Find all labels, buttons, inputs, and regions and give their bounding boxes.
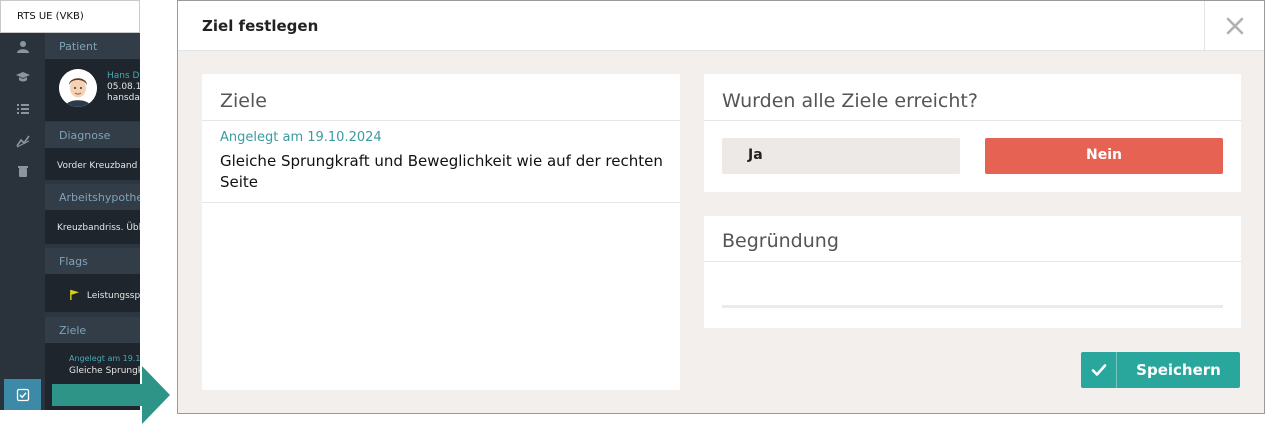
flag-label: Leistungssp — [86, 291, 140, 301]
avatar — [59, 69, 97, 107]
no-button[interactable]: Nein — [985, 138, 1223, 174]
goals-preview-date: Angelegt am 19.10. — [69, 354, 140, 363]
flags-header[interactable]: Flags — [45, 248, 140, 274]
reason-card-divider — [704, 261, 1241, 262]
dialog-header: Ziel festlegen — [178, 1, 1264, 51]
achieved-card: Wurden alle Ziele erreicht? Ja Nein — [704, 74, 1241, 192]
goals-card-divider — [202, 120, 680, 121]
hypothesis-header[interactable]: Arbeitshypothese — [45, 184, 140, 210]
achieved-card-title: Wurden alle Ziele erreicht? — [722, 90, 978, 112]
save-button[interactable]: Speichern — [1081, 352, 1240, 388]
patient-handle: hansdar — [107, 93, 140, 103]
checklist-icon[interactable] — [4, 379, 41, 410]
pointer-arrow-icon — [52, 366, 170, 424]
patient-dob: 05.08.19 — [107, 82, 140, 92]
save-label: Speichern — [1136, 361, 1221, 379]
icon-rail — [0, 33, 45, 410]
patient-header[interactable]: Patient — [45, 33, 140, 59]
goals-card-title: Ziele — [220, 90, 267, 112]
reason-input[interactable] — [722, 264, 1223, 308]
graduation-cap-icon[interactable] — [0, 67, 45, 87]
patient-name: Hans D — [107, 71, 140, 81]
diagnose-header[interactable]: Diagnose — [45, 122, 140, 148]
close-icon — [1226, 17, 1243, 35]
trash-icon[interactable] — [0, 161, 45, 181]
flag-item: Leistungssp — [45, 274, 140, 312]
patient-panel: Patient Hans D 05.08.19 hansdar Diagnose… — [45, 33, 140, 410]
goals-card: Ziele Angelegt am 19.10.2024 Gleiche Spr… — [202, 74, 680, 390]
chart-icon[interactable] — [0, 131, 45, 151]
goal-date: Angelegt am 19.10.2024 — [220, 130, 382, 145]
flag-icon — [70, 289, 80, 300]
background-app: RTS UE (VKB) Patient Hans D 05.08.1 hans… — [0, 0, 140, 410]
hypothesis-value: Kreuzbandriss. Übli — [45, 210, 140, 244]
close-button[interactable] — [1204, 1, 1264, 51]
goals-header[interactable]: Ziele — [45, 317, 140, 343]
goal-dialog: Ziel festlegen Ziele Angelegt am 19.10.2… — [177, 0, 1265, 414]
yes-button[interactable]: Ja — [722, 138, 960, 174]
user-icon[interactable] — [0, 37, 45, 57]
dialog-title: Ziel festlegen — [202, 17, 319, 35]
diagnose-value: Vorder Kreuzband g — [45, 148, 140, 180]
achieved-card-divider — [704, 120, 1241, 121]
check-icon — [1081, 352, 1117, 388]
reason-card-title: Begründung — [722, 230, 839, 252]
app-title: RTS UE (VKB) — [0, 0, 140, 33]
goal-item-divider — [202, 202, 680, 203]
reason-card: Begründung — [704, 216, 1241, 328]
patient-info: Hans D 05.08.19 hansdar — [107, 71, 140, 104]
goal-text: Gleiche Sprungkraft und Beweglichkeit wi… — [220, 152, 663, 191]
list-icon[interactable] — [0, 99, 45, 119]
